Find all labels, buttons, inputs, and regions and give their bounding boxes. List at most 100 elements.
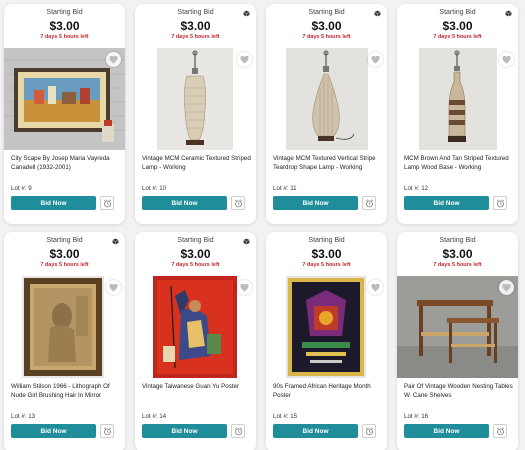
bid-row: Bid Now xyxy=(404,196,507,210)
favorite-button[interactable] xyxy=(368,280,383,295)
cube-icon xyxy=(243,10,250,17)
lot-number: Lot #: 13 xyxy=(11,413,36,420)
reminder-button[interactable] xyxy=(493,196,507,210)
time-left: 7 days 5 hours left xyxy=(302,262,351,268)
bid-now-button[interactable]: Bid Now xyxy=(404,196,489,210)
lot-card[interactable]: Starting Bid $3.00 7 days 5 hours left xyxy=(4,4,125,224)
alarm-clock-icon xyxy=(103,198,111,207)
bid-row: Bid Now xyxy=(11,424,114,438)
card-header: Starting Bid $3.00 7 days 5 hours left xyxy=(397,4,518,48)
alarm-clock-icon xyxy=(103,426,111,435)
starting-bid-label: Starting Bid xyxy=(46,237,83,244)
favorite-button[interactable] xyxy=(106,52,121,67)
favorite-button[interactable] xyxy=(237,52,252,67)
heart-icon xyxy=(371,55,380,64)
lot-title[interactable]: Vintage MCM Textured Vertical Stripe Tea… xyxy=(273,154,382,172)
lot-card[interactable]: Starting Bid $3.00 7 days 5 hours left W… xyxy=(4,232,125,450)
bid-row: Bid Now xyxy=(273,196,376,210)
lot-card[interactable]: Starting Bid $3.00 7 days 5 hours left 9… xyxy=(266,232,387,450)
lot-number: Lot #: 11 xyxy=(273,185,297,192)
lot-image[interactable] xyxy=(266,276,387,378)
lot-image[interactable] xyxy=(4,276,125,378)
card-header: Starting Bid $3.00 7 days 5 hours left xyxy=(4,4,125,48)
lot-title[interactable]: MCM Brown And Tan Striped Textured Lamp … xyxy=(404,154,513,172)
time-left: 7 days 5 hours left xyxy=(302,34,351,40)
favorite-button[interactable] xyxy=(106,280,121,295)
alarm-clock-icon xyxy=(365,426,373,435)
reminder-button[interactable] xyxy=(231,424,245,438)
lot-number: Lot #: 12 xyxy=(404,185,429,192)
alarm-clock-icon xyxy=(234,426,242,435)
card-header: Starting Bid $3.00 7 days 5 hours left xyxy=(4,232,125,276)
favorite-button[interactable] xyxy=(237,280,252,295)
lot-title[interactable]: Vintage Taiwanese Guan Yu Poster xyxy=(142,382,251,391)
card-header: Starting Bid $3.00 7 days 5 hours left xyxy=(266,4,387,48)
favorite-button[interactable] xyxy=(499,280,514,295)
lot-card[interactable]: Starting Bid $3.00 7 days 5 hours left V… xyxy=(266,4,387,224)
lot-number: Lot #: 14 xyxy=(142,413,167,420)
lot-title[interactable]: Pair Of Vintage Wooden Nesting Tables W.… xyxy=(404,382,513,400)
lot-image[interactable] xyxy=(135,276,256,378)
lot-number: Lot #: 9 xyxy=(11,185,32,192)
bid-now-button[interactable]: Bid Now xyxy=(11,424,96,438)
bid-now-button[interactable]: Bid Now xyxy=(142,424,227,438)
bid-row: Bid Now xyxy=(142,424,245,438)
card-header: Starting Bid $3.00 7 days 5 hours left xyxy=(135,4,256,48)
reminder-button[interactable] xyxy=(493,424,507,438)
lot-card[interactable]: Starting Bid $3.00 7 days 5 hours left P… xyxy=(397,232,518,450)
bid-now-button[interactable]: Bid Now xyxy=(273,196,358,210)
favorite-button[interactable] xyxy=(499,52,514,67)
price: $3.00 xyxy=(311,19,342,33)
bid-now-button[interactable]: Bid Now xyxy=(273,424,358,438)
heart-icon xyxy=(240,55,249,64)
lot-number: Lot #: 16 xyxy=(404,413,429,420)
reminder-button[interactable] xyxy=(100,424,114,438)
reminder-button[interactable] xyxy=(100,196,114,210)
time-left: 7 days 5 hours left xyxy=(171,34,220,40)
price: $3.00 xyxy=(180,19,211,33)
price: $3.00 xyxy=(442,19,473,33)
cube-icon xyxy=(505,10,512,17)
heart-icon xyxy=(502,283,511,292)
cube-icon xyxy=(112,238,119,245)
time-left: 7 days 5 hours left xyxy=(171,262,220,268)
lot-image[interactable] xyxy=(397,48,518,150)
lot-image[interactable] xyxy=(4,48,125,150)
bid-now-button[interactable]: Bid Now xyxy=(404,424,489,438)
bid-now-button[interactable]: Bid Now xyxy=(11,196,96,210)
heart-icon xyxy=(109,283,118,292)
lot-title[interactable]: City Scape By Josep Maria Vayreda Canade… xyxy=(11,154,120,172)
heart-icon xyxy=(371,283,380,292)
heart-icon xyxy=(240,283,249,292)
starting-bid-label: Starting Bid xyxy=(308,237,345,244)
lot-card[interactable]: Starting Bid $3.00 7 days 5 hours left xyxy=(135,232,256,450)
heart-icon xyxy=(109,55,118,64)
time-left: 7 days 5 hours left xyxy=(433,262,482,268)
lot-title[interactable]: Vintage MCM Ceramic Textured Striped Lam… xyxy=(142,154,251,172)
lot-card[interactable]: Starting Bid $3.00 7 days 5 hours left V… xyxy=(135,4,256,224)
lot-number: Lot #: 15 xyxy=(273,413,298,420)
starting-bid-label: Starting Bid xyxy=(308,9,345,16)
lot-title[interactable]: William Stilson 1966 - Lithograph Of Nud… xyxy=(11,382,120,400)
bid-row: Bid Now xyxy=(142,196,245,210)
card-header: Starting Bid $3.00 7 days 5 hours left xyxy=(397,232,518,276)
card-header: Starting Bid $3.00 7 days 5 hours left xyxy=(266,232,387,276)
lot-title[interactable]: 90s Framed African Heritage Month Poster xyxy=(273,382,382,400)
heart-icon xyxy=(502,55,511,64)
reminder-button[interactable] xyxy=(362,196,376,210)
price: $3.00 xyxy=(49,247,80,261)
starting-bid-label: Starting Bid xyxy=(439,9,476,16)
lot-card[interactable]: Starting Bid $3.00 7 days 5 hours left xyxy=(397,4,518,224)
lot-image[interactable] xyxy=(135,48,256,150)
reminder-button[interactable] xyxy=(231,196,245,210)
card-header: Starting Bid $3.00 7 days 5 hours left xyxy=(135,232,256,276)
price: $3.00 xyxy=(49,19,80,33)
time-left: 7 days 5 hours left xyxy=(40,262,89,268)
reminder-button[interactable] xyxy=(362,424,376,438)
alarm-clock-icon xyxy=(365,198,373,207)
lot-image[interactable] xyxy=(266,48,387,150)
lot-image[interactable] xyxy=(397,276,518,378)
favorite-button[interactable] xyxy=(368,52,383,67)
bid-now-button[interactable]: Bid Now xyxy=(142,196,227,210)
cube-icon xyxy=(374,10,381,17)
